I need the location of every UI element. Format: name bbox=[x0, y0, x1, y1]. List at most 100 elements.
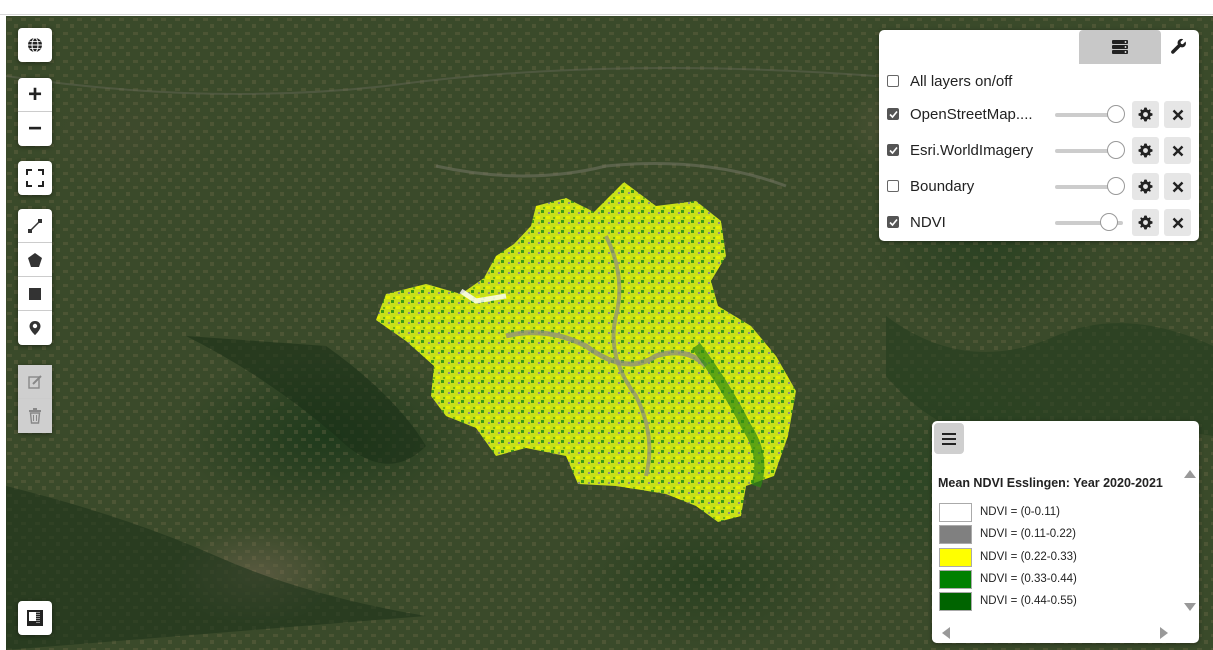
layer-row-esri-worldimagery: Esri.WorldImagery bbox=[887, 135, 1195, 165]
edit-layers-button[interactable] bbox=[18, 365, 52, 399]
legend-swatch bbox=[939, 547, 972, 567]
menu-icon bbox=[942, 432, 956, 445]
layer-checkbox[interactable] bbox=[887, 216, 899, 228]
legend-item: NDVI = (0.22-0.33) bbox=[939, 547, 1077, 567]
legend-item: NDVI = (0.33-0.44) bbox=[939, 569, 1077, 589]
legend-panel: Mean NDVI Esslingen: Year 2020-2021 NDVI… bbox=[932, 421, 1199, 643]
slider-knob[interactable] bbox=[1107, 105, 1125, 123]
draw-toolbar bbox=[18, 209, 52, 345]
edit-icon bbox=[28, 374, 42, 389]
legend-item: NDVI = (0-0.11) bbox=[939, 502, 1060, 522]
all-layers-checkbox[interactable] bbox=[887, 75, 899, 87]
draw-polyline-button[interactable] bbox=[18, 209, 52, 243]
check-icon bbox=[888, 146, 898, 154]
check-icon bbox=[888, 218, 898, 226]
slider-knob[interactable] bbox=[1100, 213, 1118, 231]
opacity-slider[interactable] bbox=[1055, 105, 1125, 123]
legend-item-label: NDVI = (0.44-0.55) bbox=[980, 595, 1077, 607]
legend-item: NDVI = (0.11-0.22) bbox=[939, 524, 1076, 544]
legend-item-label: NDVI = (0.22-0.33) bbox=[980, 551, 1077, 563]
opacity-slider[interactable] bbox=[1055, 141, 1125, 159]
zoom-out-button[interactable]: − bbox=[18, 112, 52, 146]
zoom-control: + − bbox=[18, 78, 52, 146]
layers-icon bbox=[1112, 40, 1128, 54]
fullscreen-button[interactable] bbox=[18, 161, 52, 195]
draw-marker-button[interactable] bbox=[18, 311, 52, 345]
legend-title: Mean NDVI Esslingen: Year 2020-2021 bbox=[938, 476, 1163, 490]
legend-swatch bbox=[939, 524, 972, 544]
legend-item: NDVI = (0.44-0.55) bbox=[939, 591, 1077, 611]
layer-checkbox[interactable] bbox=[887, 108, 899, 120]
rectangle-icon bbox=[29, 287, 41, 300]
globe-control[interactable] bbox=[18, 28, 52, 62]
top-bar bbox=[0, 0, 1213, 15]
all-layers-row: All layers on/off bbox=[887, 66, 1195, 96]
draw-rectangle-button[interactable] bbox=[18, 277, 52, 311]
layer-remove-button[interactable] bbox=[1164, 101, 1191, 128]
layer-label: OpenStreetMap.... bbox=[910, 105, 1033, 123]
layer-settings-button[interactable] bbox=[1132, 101, 1159, 128]
gear-icon bbox=[1138, 215, 1153, 230]
close-icon bbox=[1172, 217, 1183, 228]
marker-icon bbox=[29, 321, 41, 335]
close-icon bbox=[1172, 109, 1183, 120]
opacity-slider[interactable] bbox=[1055, 177, 1125, 195]
legend-item-label: NDVI = (0-0.11) bbox=[980, 506, 1060, 518]
globe-button[interactable] bbox=[18, 28, 52, 62]
slider-knob[interactable] bbox=[1107, 141, 1125, 159]
gear-icon bbox=[1138, 107, 1153, 122]
layer-remove-button[interactable] bbox=[1164, 137, 1191, 164]
delete-layers-button[interactable] bbox=[18, 399, 52, 433]
layer-checkbox[interactable] bbox=[887, 180, 899, 192]
legend-item-label: NDVI = (0.11-0.22) bbox=[980, 528, 1076, 540]
layer-remove-button[interactable] bbox=[1164, 173, 1191, 200]
zoom-in-button[interactable]: + bbox=[18, 78, 52, 112]
scroll-up-icon bbox=[1184, 470, 1196, 478]
edit-toolbar bbox=[18, 365, 52, 433]
wrench-icon bbox=[1171, 38, 1186, 54]
gear-icon bbox=[1138, 179, 1153, 194]
panel-tabs bbox=[1079, 30, 1197, 64]
layer-settings-button[interactable] bbox=[1132, 137, 1159, 164]
layer-checkbox[interactable] bbox=[887, 144, 899, 156]
layer-settings-button[interactable] bbox=[1132, 209, 1159, 236]
layer-label: Esri.WorldImagery bbox=[910, 141, 1034, 159]
close-icon bbox=[1172, 181, 1183, 192]
legend-horizontal-scrollbar[interactable] bbox=[932, 623, 1181, 643]
layer-control-panel: All layers on/off OpenStreetMap.... Esri… bbox=[879, 30, 1199, 241]
layer-label: NDVI bbox=[910, 213, 946, 231]
legend-swatch bbox=[939, 569, 972, 589]
fullscreen-icon bbox=[26, 169, 44, 187]
minimap-control bbox=[18, 601, 52, 635]
close-icon bbox=[1172, 145, 1183, 156]
fullscreen-control bbox=[18, 161, 52, 195]
tab-tools[interactable] bbox=[1161, 30, 1197, 64]
layer-remove-button[interactable] bbox=[1164, 209, 1191, 236]
tab-layers[interactable] bbox=[1079, 30, 1161, 64]
scroll-down-icon bbox=[1184, 603, 1196, 611]
gear-icon bbox=[1138, 143, 1153, 158]
all-layers-label: All layers on/off bbox=[910, 72, 1013, 90]
slider-knob[interactable] bbox=[1107, 177, 1125, 195]
scroll-arrows-horizontal bbox=[942, 627, 1168, 639]
layer-label: Boundary bbox=[910, 177, 975, 195]
layer-row-openstreetmap: OpenStreetMap.... bbox=[887, 99, 1195, 129]
minimap-toggle-button[interactable] bbox=[18, 601, 52, 635]
globe-icon bbox=[28, 37, 42, 53]
legend-toggle-button[interactable] bbox=[934, 423, 964, 454]
layer-row-ndvi: NDVI bbox=[887, 207, 1195, 237]
legend-item-label: NDVI = (0.33-0.44) bbox=[980, 573, 1077, 585]
draw-polygon-button[interactable] bbox=[18, 243, 52, 277]
check-icon bbox=[888, 110, 898, 118]
polyline-icon bbox=[28, 218, 42, 233]
scroll-left-icon bbox=[942, 627, 950, 639]
opacity-slider[interactable] bbox=[1055, 213, 1123, 231]
polygon-icon bbox=[28, 252, 42, 267]
minimap-icon bbox=[27, 610, 43, 626]
layer-row-boundary: Boundary bbox=[887, 171, 1195, 201]
trash-icon bbox=[29, 408, 41, 424]
scroll-arrows-vertical bbox=[1184, 470, 1196, 611]
layer-settings-button[interactable] bbox=[1132, 173, 1159, 200]
legend-vertical-scrollbar[interactable] bbox=[1181, 461, 1199, 611]
legend-swatch bbox=[939, 591, 972, 611]
